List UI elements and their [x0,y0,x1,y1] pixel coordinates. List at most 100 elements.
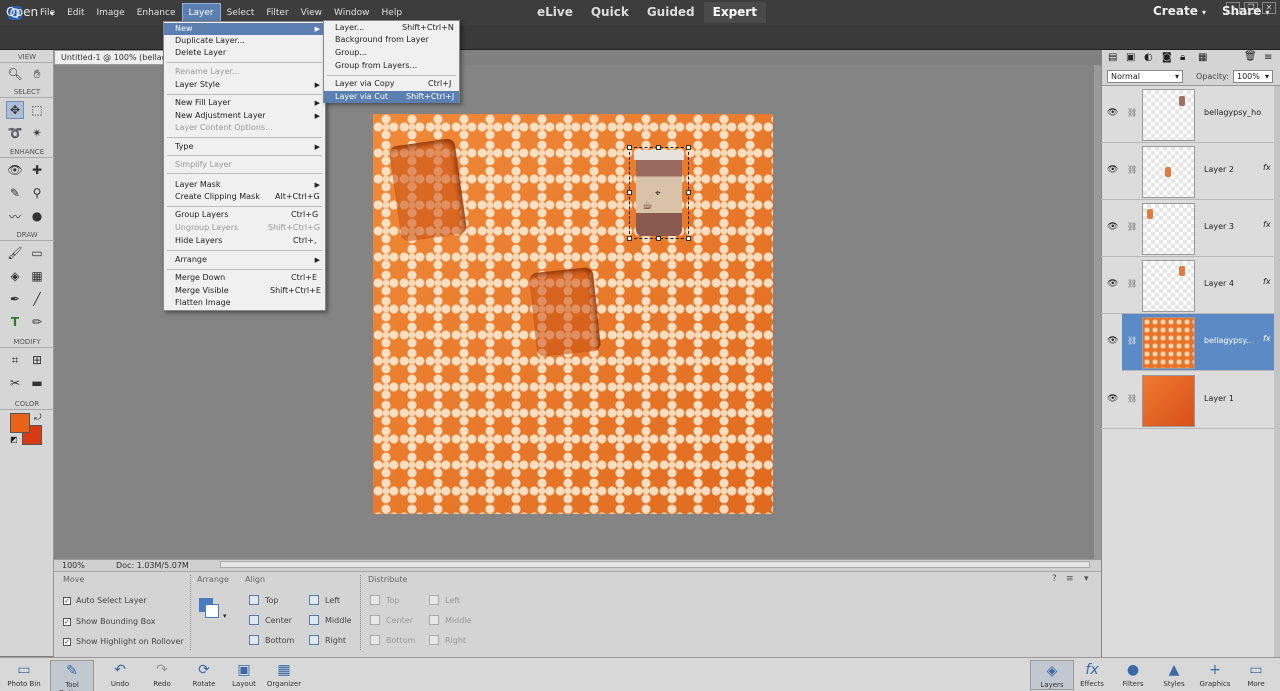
menu-select[interactable]: Select [221,4,261,22]
blur-tool-icon[interactable]: 〰 [6,207,24,225]
foreground-color-swatch[interactable] [10,413,30,433]
blend-mode-select[interactable]: Normal ▾ [1107,70,1183,83]
undo-button[interactable]: ↶ Undo [98,660,142,688]
menu-item-layer-via-copy[interactable]: Layer via Copy Ctrl+J [324,78,459,90]
show-bounding-box-checkbox[interactable]: ✓ Show Bounding Box [63,617,156,626]
resize-handle[interactable] [656,236,661,241]
lock-all-icon[interactable]: ▦ [1198,52,1207,63]
eyedropper-icon[interactable]: ✒ [6,290,24,308]
rotate-button[interactable]: ⟳ Rotate [182,660,226,688]
layer-name[interactable]: Layer 4 [1204,279,1262,288]
menu-item-rename-layer[interactable]: Rename Layer... [164,66,325,78]
effects-button[interactable]: fx Effects [1070,660,1114,688]
arrange-dropdown[interactable]: ▾ [199,598,227,620]
menu-item-new[interactable]: New ▶ [164,23,325,35]
default-colors-icon[interactable]: ◩ [10,435,18,444]
red-eye-tool-icon[interactable]: 👁︎ [6,161,24,179]
layer-name[interactable]: bellagypsy... [1204,336,1262,345]
options-menu-icon[interactable]: ≡ [1066,574,1074,584]
layer-name[interactable]: Layer 3 [1204,222,1262,231]
document-tab[interactable]: Untitled-1 @ 100% (bellag [54,50,170,65]
menu-view[interactable]: View [295,4,328,22]
hand-tool-icon[interactable]: ✋︎ [28,65,46,83]
menu-layer[interactable]: Layer [181,2,221,23]
magic-wand-icon[interactable]: ✴ [28,124,46,142]
straighten-tool-icon[interactable]: ▬ [28,374,46,392]
lock-icon[interactable]: 🔒︎ [1180,52,1185,63]
menu-item-layer-via-cut[interactable]: Layer via Cut Shift+Ctrl+J [324,91,459,103]
menu-item-hide-layers[interactable]: Hide Layers Ctrl+, [164,235,325,247]
tab-elive[interactable]: eLive [528,2,582,23]
link-icon[interactable]: ⛓︎ [1127,222,1137,231]
align-bottom-button[interactable]: Bottom [249,635,294,645]
distribute-center-button[interactable]: Center [370,615,413,625]
layer-name[interactable]: Layer 2 [1204,165,1262,174]
spot-healing-icon[interactable]: ✚ [28,161,46,179]
layer-row-selected[interactable]: 👁︎ ⛓︎ bellagypsy... fx [1107,314,1274,371]
fx-icon[interactable]: fx [1263,163,1271,172]
menu-item-arrange[interactable]: Arrange ▶ [164,254,325,266]
eye-icon[interactable]: 👁︎ [1107,165,1118,175]
selected-cup-layer[interactable]: ☕︎ ⌖ [627,145,691,241]
menu-item-new-layer[interactable]: Layer... Shift+Ctrl+N [324,22,459,34]
layer-name[interactable]: bellagypsy_ho... [1204,108,1262,117]
link-icon[interactable]: ⛓︎ [1127,394,1137,403]
layer-row[interactable]: 👁︎ ⛓︎ Layer 1 [1101,372,1274,429]
resize-handle[interactable] [686,236,691,241]
menu-image[interactable]: Image [91,4,131,22]
layer-row[interactable]: 👁︎ ⛓︎ Layer 4 fx [1101,257,1274,314]
menu-item-duplicate-layer[interactable]: Duplicate Layer... [164,35,325,47]
link-icon[interactable]: ⛓︎ [1127,336,1137,345]
distribute-right-button[interactable]: Right [429,635,466,645]
opacity-input[interactable]: 100% ▾ [1233,70,1273,83]
vertical-scrollbar[interactable] [1094,65,1101,559]
menu-item-create-clipping-mask[interactable]: Create Clipping Mask Alt+Ctrl+G [164,191,325,203]
collapse-icon[interactable]: ▾ [1084,574,1089,584]
align-center-button[interactable]: Center [249,615,292,625]
menu-item-layer-style[interactable]: Layer Style ▶ [164,79,325,91]
eye-icon[interactable]: 👁︎ [1107,394,1118,404]
organizer-button[interactable]: ▦ Organizer [262,660,306,688]
tab-guided[interactable]: Guided [638,2,704,23]
graphics-button[interactable]: + Graphics [1193,660,1237,688]
eye-icon[interactable]: 👁︎ [1107,108,1118,118]
create-button[interactable]: Create ▾ [1153,4,1206,18]
new-layer-icon[interactable]: ▤ [1108,52,1117,63]
menu-filter[interactable]: Filter [260,4,294,22]
fx-icon[interactable]: fx [1263,277,1271,286]
layer-name[interactable]: Layer 1 [1204,394,1262,403]
pencil-tool-icon[interactable]: ✏︎ [28,313,46,331]
layout-button[interactable]: ▣ Layout [222,660,266,688]
brush-tool-icon[interactable]: 🖌︎ [6,244,24,262]
clone-stamp-icon[interactable]: ⚲ [28,184,46,202]
eraser-tool-icon[interactable]: ▭ [28,244,46,262]
resize-handle[interactable] [686,190,691,195]
distribute-middle-button[interactable]: Middle [429,615,471,625]
fx-icon[interactable]: fx [1263,220,1271,229]
link-icon[interactable]: ⛓︎ [1127,108,1137,117]
layer-mask-icon[interactable]: ◙ [1162,52,1172,63]
align-middle-button[interactable]: Middle [309,615,351,625]
content-aware-move-icon[interactable]: ✂︎ [6,374,24,392]
zoom-tool-icon[interactable]: 🔍︎ [6,65,24,83]
open-button[interactable]: Open ▾ [6,5,54,19]
adjustment-layer-icon[interactable]: ◐ [1144,52,1153,63]
layer-row[interactable]: 👁︎ ⛓︎ Layer 2 fx [1101,143,1274,200]
align-left-button[interactable]: Left [309,595,340,605]
menu-item-new-adjustment-layer[interactable]: New Adjustment Layer ▶ [164,110,325,122]
menu-item-group-layers[interactable]: Group Layers Ctrl+G [164,209,325,221]
gradient-tool-icon[interactable]: ▦ [28,267,46,285]
smart-brush-icon[interactable]: ✎ [6,184,24,202]
filters-button[interactable]: ● Filters [1111,660,1155,688]
styles-button[interactable]: ▲ Styles [1152,660,1196,688]
menu-item-delete-layer[interactable]: Delete Layer [164,47,325,59]
redo-button[interactable]: ↷ Redo [140,660,184,688]
menu-item-layer-content-options[interactable]: Layer Content Options... [164,122,325,134]
menu-help[interactable]: Help [376,4,409,22]
menu-item-group-from-layers[interactable]: Group from Layers... [324,60,459,72]
link-icon[interactable]: ⛓︎ [1127,279,1137,288]
more-button[interactable]: ▭ More [1234,660,1278,688]
zoom-level[interactable]: 100% [62,560,85,571]
tab-quick[interactable]: Quick [582,2,638,23]
crop-tool-icon[interactable]: ⌗ [6,351,24,369]
